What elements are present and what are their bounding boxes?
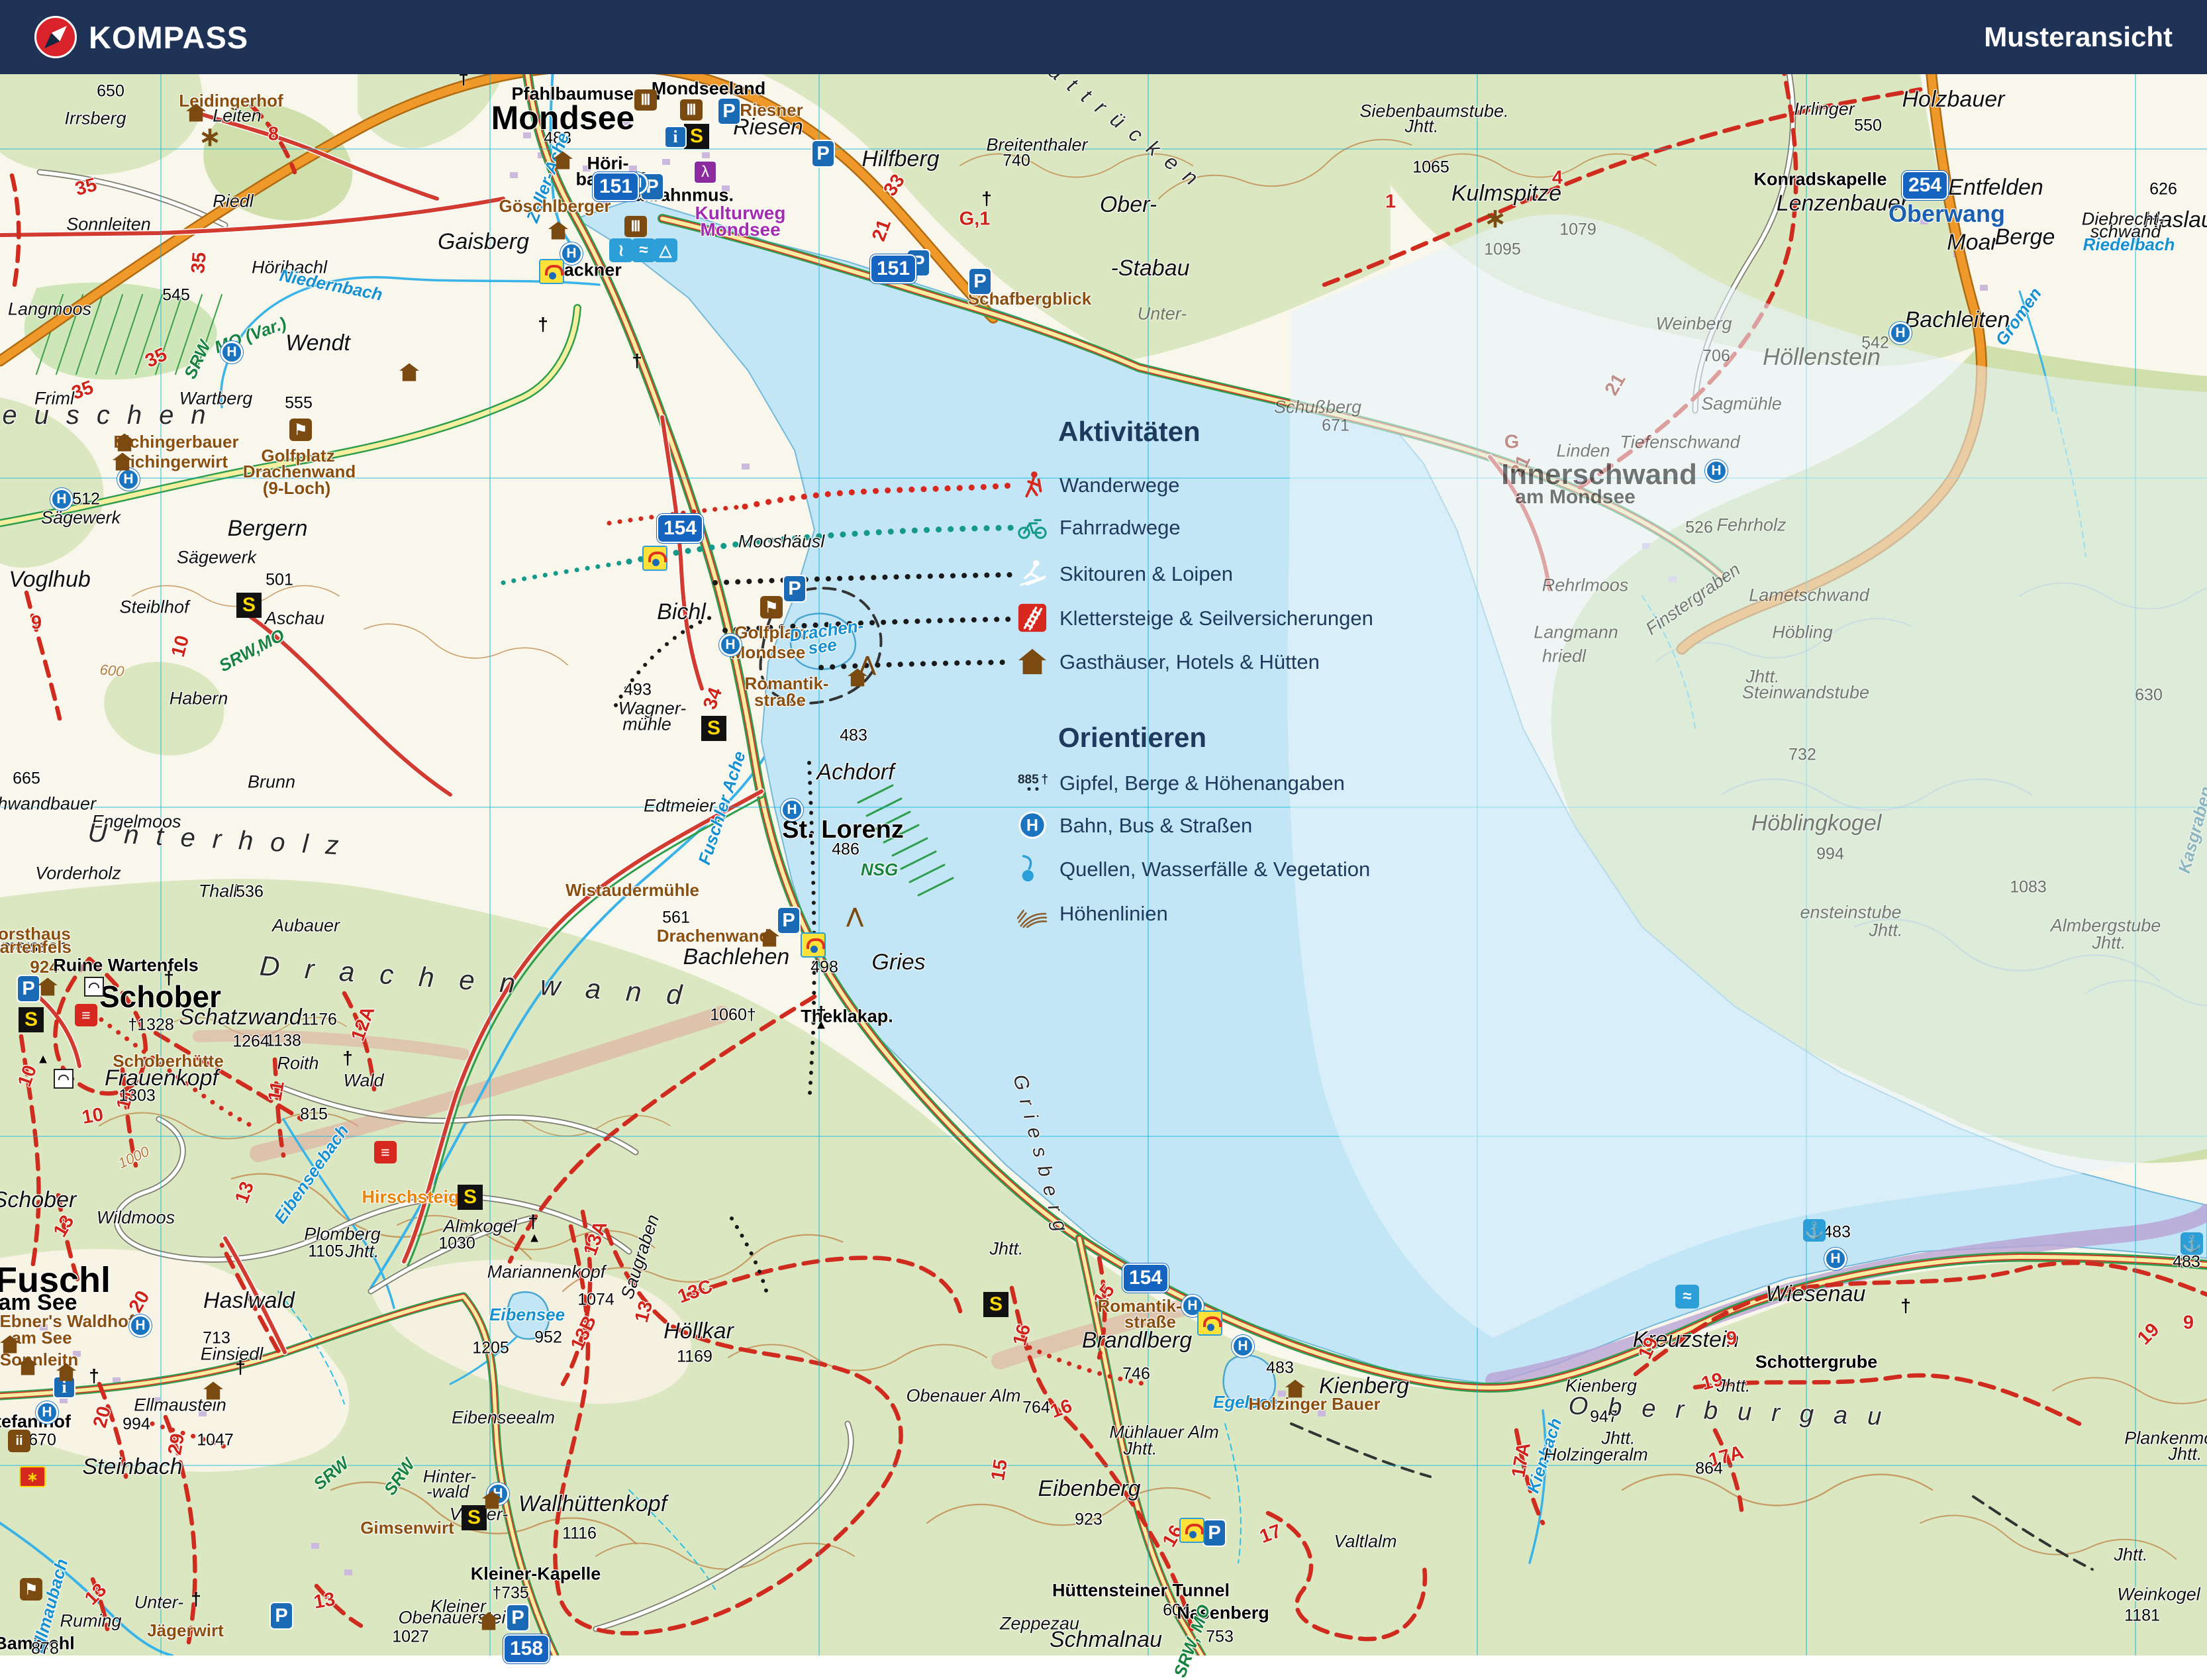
peak-elevation-icon: 885 † • • (1017, 767, 1049, 799)
legend-item-wanderwege: Wanderwege (1017, 469, 1180, 501)
legend-item-klettersteige: Klettersteige & Seilversicherungen (1017, 603, 1373, 634)
spring-icon (1017, 854, 1049, 885)
header-bar: KOMPASS Musteransicht (0, 0, 2207, 74)
map-canvas: 650IrrsbergLeidingerhofLeiten835353535So… (0, 0, 2207, 1655)
legend-item-label: Gasthäuser, Hotels & Hütten (1059, 650, 1320, 674)
legend-item-label: Klettersteige & Seilversicherungen (1059, 607, 1373, 630)
legend-heading-activities: Aktivitäten (1058, 416, 1201, 448)
hut-icon (1017, 646, 1049, 678)
svg-text:H: H (1026, 816, 1038, 835)
legend-item-bahn-bus: H Bahn, Bus & Straßen (1017, 810, 1252, 842)
legend-item-hoehenlinien: Höhenlinien (1017, 898, 1168, 930)
legend-item-skitouren: Skitouren & Loipen (1017, 558, 1233, 590)
legend-item-gipfel: 885 † • • Gipfel, Berge & Höhenangaben (1017, 767, 1345, 799)
via-ferrata-icon (1017, 603, 1049, 634)
legend-item-label: Fahrradwege (1059, 516, 1181, 540)
legend-item-label: Bahn, Bus & Straßen (1059, 814, 1252, 838)
ski-tour-icon (1017, 558, 1049, 590)
view-title: Musteransicht (1984, 21, 2173, 53)
map-legend: Aktivitäten Wanderwege Fahrradwege Skito… (0, 0, 2207, 1655)
bike-route-icon (1017, 512, 1049, 544)
brand-title: KOMPASS (89, 19, 248, 56)
legend-item-gasthaeuser: Gasthäuser, Hotels & Hütten (1017, 646, 1320, 678)
legend-item-label: Gipfel, Berge & Höhenangaben (1059, 771, 1345, 795)
legend-item-quellen: Quellen, Wasserfälle & Vegetation (1017, 854, 1370, 885)
legend-item-label: Höhenlinien (1059, 902, 1168, 926)
transit-icon: H (1017, 810, 1049, 842)
legend-item-label: Skitouren & Loipen (1059, 562, 1233, 586)
hiking-trail-icon (1017, 469, 1049, 501)
legend-item-label: Quellen, Wasserfälle & Vegetation (1059, 858, 1370, 881)
legend-heading-orientation: Orientieren (1058, 722, 1206, 754)
legend-item-fahrradwege: Fahrradwege (1017, 512, 1181, 544)
kompass-logo-icon (34, 16, 77, 58)
contour-lines-icon (1017, 898, 1049, 930)
legend-item-label: Wanderwege (1059, 473, 1180, 497)
